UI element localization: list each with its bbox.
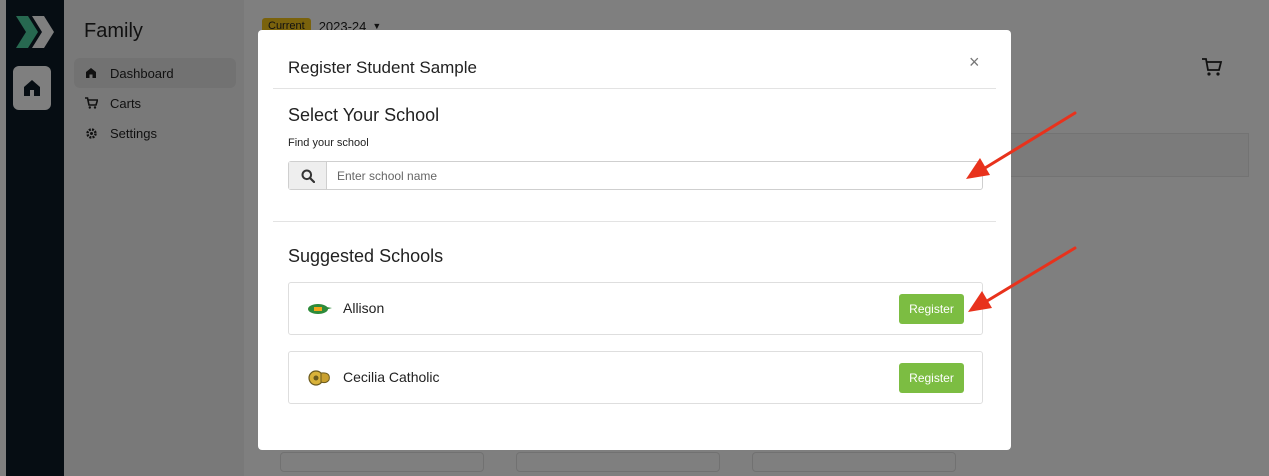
modal-title: Register Student Sample [288,58,477,77]
school-search-group [288,161,983,190]
search-addon [289,162,327,189]
search-icon [301,169,315,183]
suggested-schools-heading: Suggested Schools [288,246,444,266]
gator-logo-icon [308,304,332,314]
select-school-heading: Select Your School [288,105,440,125]
divider [273,221,996,222]
close-icon[interactable]: × [969,52,980,73]
school-search-input[interactable] [327,162,982,189]
school-name: Allison [343,300,385,316]
register-student-modal: Register Student Sample × Select Your Sc… [258,30,1011,450]
school-card-cecilia-catholic: Cecilia Catholic Register [288,351,983,404]
school-name: Cecilia Catholic [343,369,440,385]
divider [273,88,996,89]
register-button[interactable]: Register [899,363,964,393]
find-school-label: Find your school [288,137,369,149]
ram-logo-icon [308,370,330,386]
school-card-allison: Allison Register [288,282,983,335]
register-button[interactable]: Register [899,294,964,324]
